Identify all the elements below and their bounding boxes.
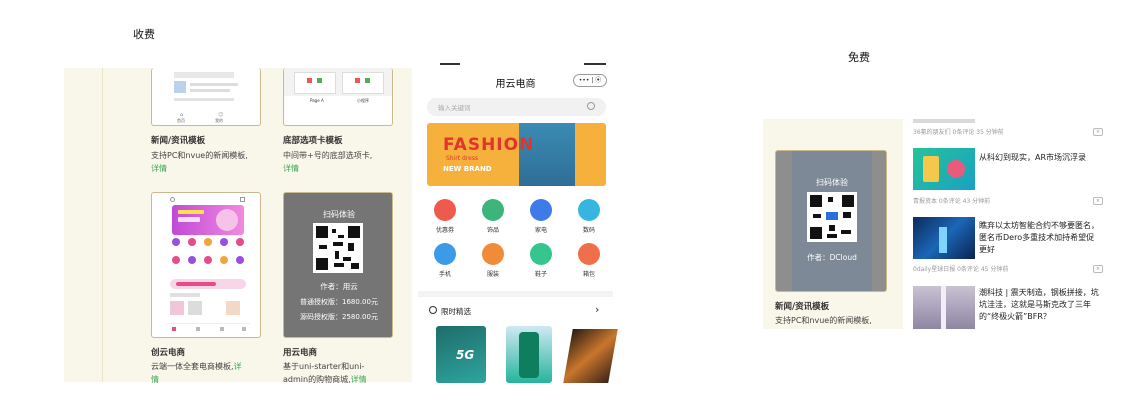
tabbar-template-title[interactable]: 底部选项卡模板 — [283, 134, 343, 146]
ecommerce-details-link[interactable]: 详 — [234, 362, 242, 371]
news-thumbnail[interactable] — [913, 286, 975, 329]
qr-title: 扫码体验 — [323, 210, 355, 219]
coupon-icon — [434, 199, 456, 221]
yongyun-template-thumb[interactable]: 扫码体验 作者：用云 普通授权版：1680.00元 源码授权版：2580.00元 — [283, 192, 393, 338]
news-meta: 0daily星球日报 0条评论 45 分钟前 — [913, 266, 1009, 273]
category-coupon[interactable]: 优惠券 — [430, 199, 460, 234]
status-bar-left — [440, 63, 460, 65]
ecommerce-template-thumb[interactable] — [151, 192, 261, 338]
qr-price-source: 源码授权版：2580.00元 — [300, 313, 378, 321]
news-template-details-link[interactable]: 详情 — [151, 164, 167, 173]
news-meta: 青报资本 0条评论 43 分钟前 — [913, 198, 991, 205]
clothing-icon — [482, 243, 504, 265]
bag-icon — [578, 243, 600, 265]
category-shoes[interactable]: 鞋子 — [526, 243, 556, 278]
appliance-icon — [530, 199, 552, 221]
status-bar-right — [584, 63, 606, 65]
search-icon[interactable] — [587, 102, 595, 110]
qr-author: 作者：DCloud — [807, 253, 857, 262]
yongyun-template-title[interactable]: 用云电商 — [283, 346, 317, 358]
tabbar-template-details-link[interactable]: 详情 — [283, 164, 299, 173]
paid-label: 收费 — [133, 28, 155, 41]
menu-icon — [240, 197, 245, 202]
tabbar-template-desc: 中间带+号的底部选项卡, 详情 — [283, 151, 373, 173]
yongyun-template-desc: 基于uni-starter和uni- admin的购物商城,详情 — [283, 362, 367, 384]
news-meta: 36氪的朋友们 0条评论 35 分钟前 — [913, 129, 1004, 136]
section-separator — [418, 291, 613, 297]
product-card[interactable] — [563, 329, 618, 383]
news-thumbnail[interactable] — [913, 148, 975, 190]
qr-author: 作者：用云 — [320, 282, 358, 291]
close-icon[interactable]: × — [1093, 265, 1103, 273]
back-icon — [170, 197, 175, 202]
free-news-template-thumb[interactable]: 扫码体验 作者：DCloud — [775, 150, 887, 292]
banner-sub: Shirt dress — [446, 155, 479, 162]
free-news-template-desc: 支持PC和nvue的新闻模板, — [775, 316, 872, 325]
news-thumbnail[interactable] — [913, 217, 975, 259]
capsule-menu-button[interactable]: ••• | ⦿ — [573, 74, 607, 87]
category-bags[interactable]: 箱包 — [574, 243, 604, 278]
qr-code — [807, 192, 857, 242]
category-clothing[interactable]: 服装 — [478, 243, 508, 278]
phone-icon — [434, 243, 456, 265]
phone-preview: 用云电商 ••• | ⦿ 输入关键词 FASHION Shirt dress N… — [418, 63, 618, 383]
product-card[interactable]: 5G — [436, 326, 486, 383]
banner-headline: FASHION — [443, 135, 535, 155]
category-phone[interactable]: 手机 — [430, 243, 460, 278]
cropped-image — [913, 119, 975, 123]
search-placeholder: 输入关键词 — [438, 104, 471, 112]
search-bar[interactable]: 输入关键词 — [427, 98, 606, 116]
news-template-thumb[interactable]: ⌂ ☺ 首页 我的 — [151, 68, 261, 126]
qr-price-standard: 普通授权版：1680.00元 — [300, 298, 378, 306]
banner-brand: NEW BRAND — [443, 165, 492, 173]
category-appliance[interactable]: 家电 — [526, 199, 556, 234]
news-template-title[interactable]: 新闻/资讯模板 — [151, 134, 205, 146]
promo-banner — [172, 205, 244, 235]
category-grid — [172, 238, 244, 282]
news-title[interactable]: 潮科技 | 震天制造，钢板拼接，坑坑洼洼，这就是马斯克改了三年的“终极火箭”BF… — [979, 287, 1101, 323]
jewelry-icon — [482, 199, 504, 221]
news-title[interactable]: 瞧弃以太坊智能合约不够要匿名，匿名币Dero多重技术加持希望促更好 — [979, 220, 1101, 256]
category-jewelry[interactable]: 饰品 — [478, 199, 508, 234]
ecommerce-template-desc: 云端一体全套电商模板,详 情 — [151, 362, 242, 384]
product-card[interactable] — [506, 326, 552, 383]
news-template-desc: 支持PC和nvue的新闻模板, 详情 — [151, 151, 248, 173]
free-news-template-title[interactable]: 新闻/资讯模板 — [775, 300, 829, 312]
chevron-right-icon[interactable]: › — [595, 303, 599, 316]
ecommerce-template-title[interactable]: 创云电商 — [151, 346, 185, 358]
category-digital[interactable]: 数码 — [574, 199, 604, 234]
panel-divider — [102, 68, 103, 382]
clock-icon — [429, 306, 437, 314]
product-badge: 5G — [456, 348, 475, 362]
free-label: 免费 — [848, 51, 870, 64]
qr-code — [313, 223, 363, 273]
qr-overlay: 扫码体验 作者：用云 普通授权版：1680.00元 源码授权版：2580.00元 — [284, 193, 392, 337]
news-title[interactable]: 从科幻到现实，AR市场沉浮录 — [979, 152, 1101, 164]
camera-icon — [578, 199, 600, 221]
close-icon[interactable]: × — [1093, 197, 1103, 205]
tabbar-template-thumb[interactable]: Page A 小程序 — [283, 68, 393, 126]
qr-title: 扫码体验 — [816, 178, 848, 187]
bottom-tabbar — [166, 323, 250, 334]
fashion-banner[interactable]: FASHION Shirt dress NEW BRAND — [427, 123, 606, 186]
yongyun-details-link[interactable]: 详情 — [351, 375, 367, 384]
shoe-icon — [530, 243, 552, 265]
close-icon[interactable]: × — [1093, 128, 1103, 136]
thumb-image — [174, 81, 186, 93]
flash-sale-title: 限时精选 — [441, 307, 471, 316]
coupon-bar — [170, 279, 246, 289]
